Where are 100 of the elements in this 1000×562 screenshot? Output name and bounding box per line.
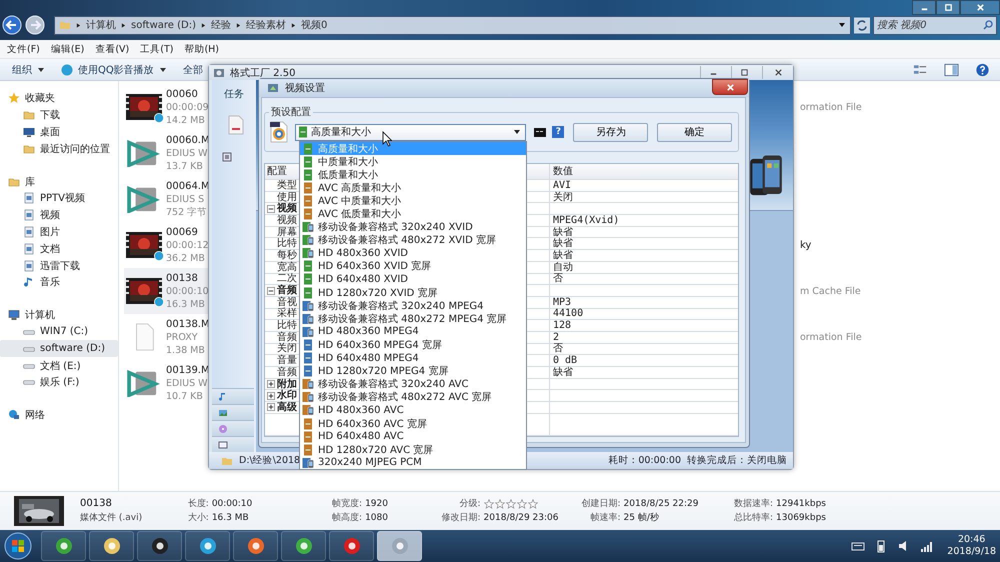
help-button[interactable]: ? <box>552 126 564 138</box>
dropdown-option[interactable]: HD 640x480 AVC <box>300 430 526 444</box>
preset-dropdown[interactable]: 高质量和大小 <box>294 124 526 140</box>
dropdown-option[interactable]: AVC 低质量和大小 <box>300 207 526 221</box>
search-field[interactable]: 搜索 视频0 <box>873 16 997 34</box>
expand-icon[interactable] <box>267 403 275 412</box>
image-category[interactable] <box>212 404 254 420</box>
dialog-button[interactable]: 另存为 <box>573 122 648 142</box>
close-button[interactable] <box>712 79 748 95</box>
dropdown-option[interactable]: AVC 高质量和大小 <box>300 181 526 194</box>
help-icon[interactable] <box>975 62 990 76</box>
sidebar-tab[interactable]: 任务 <box>212 83 244 102</box>
dropdown-option[interactable]: HD 640x360 XVID 宽屏 <box>300 260 526 273</box>
collapse-icon[interactable] <box>267 204 275 213</box>
star-icon[interactable] <box>494 499 505 509</box>
address-bar[interactable]: 计算机 software (D:) 经验 经验素材 视频0 <box>54 16 851 34</box>
breadcrumb[interactable]: 计算机 <box>86 18 116 32</box>
taskbar-button[interactable] <box>281 531 326 561</box>
nav-item[interactable]: 视频 <box>0 206 118 224</box>
toolbar-button[interactable]: 使用QQ影音播放 <box>61 62 167 76</box>
nav-item[interactable]: 迅雷下载 <box>0 257 118 274</box>
dropdown-option[interactable]: HD 1280x720 AVC 宽屏 <box>300 443 526 456</box>
menu-item[interactable]: 文件(F) <box>7 42 40 56</box>
preview-pane-icon[interactable] <box>944 62 959 76</box>
taskbar-button[interactable] <box>233 531 278 561</box>
breadcrumb[interactable]: software (D:) <box>131 20 196 30</box>
expand-icon[interactable] <box>267 380 275 388</box>
chevron-icon[interactable] <box>76 22 81 28</box>
menu-item[interactable]: 查看(V) <box>95 42 130 56</box>
menu-item[interactable]: 工具(T) <box>140 42 174 56</box>
breadcrumb[interactable]: 视频0 <box>301 18 328 32</box>
chevron-icon[interactable] <box>236 22 241 28</box>
chevron-icon[interactable] <box>201 22 206 28</box>
breadcrumb[interactable]: 经验 <box>211 18 231 32</box>
nav-item[interactable]: 娱乐 (F:) <box>0 374 118 391</box>
toolbar-button[interactable]: 组织 <box>12 62 45 76</box>
nav-item[interactable]: 下载 <box>0 106 118 124</box>
chevron-icon[interactable] <box>121 22 126 28</box>
back-button[interactable] <box>2 15 22 35</box>
file-tile[interactable]: 00138 00:00:10 16.3 MB <box>124 268 208 314</box>
list-icon[interactable] <box>222 152 232 162</box>
dropdown-option[interactable]: 移动设备兼容格式 480x272 AVC 宽屏 <box>300 390 526 404</box>
dropdown-option[interactable]: 移动设备兼容格式 320x240 MPEG4 <box>300 299 526 312</box>
star-icon[interactable] <box>506 499 516 509</box>
star-icon[interactable] <box>516 499 527 509</box>
nav-item[interactable]: 文档 (E:) <box>0 357 118 374</box>
refresh-button[interactable] <box>854 16 870 34</box>
dropdown-option[interactable]: HD 1280x720 XVID 宽屏 <box>300 286 526 300</box>
dropdown-option[interactable]: 320x240 MJPEG PCM <box>300 456 526 470</box>
dropdown-option[interactable]: HD 480x360 AVC <box>300 404 526 417</box>
dialog-button[interactable]: 确定 <box>657 122 732 142</box>
menu-item[interactable]: 编辑(E) <box>50 42 84 56</box>
signal-icon[interactable] <box>920 539 934 553</box>
dropdown-option[interactable]: HD 640x360 AVC 宽屏 <box>300 416 526 430</box>
nav-item[interactable]: WIN7 (C:) <box>0 324 118 340</box>
star-icon[interactable] <box>484 499 494 509</box>
nav-item[interactable]: 最近访问的位置 <box>0 140 118 158</box>
toolbar-button[interactable]: 全部 <box>182 62 203 76</box>
nav-item[interactable]: 网络 <box>0 406 118 424</box>
taskbar-button[interactable] <box>89 531 134 561</box>
forward-button[interactable] <box>25 15 45 35</box>
dropdown-option[interactable]: HD 640x480 XVID <box>300 272 526 286</box>
file-tile[interactable]: 00060 00:00:09 14.2 MB <box>124 84 208 130</box>
tools-category[interactable] <box>212 436 254 452</box>
view-options-icon[interactable] <box>913 62 928 76</box>
nav-item[interactable]: 计算机 <box>0 306 118 324</box>
dropdown-option[interactable]: AVC 中质量和大小 <box>300 194 526 208</box>
nav-item[interactable]: PPTV视频 <box>0 190 118 207</box>
breadcrumb[interactable]: 经验素材 <box>246 18 286 32</box>
menu-item[interactable]: 帮助(H) <box>184 42 220 56</box>
taskbar-button[interactable] <box>329 531 374 561</box>
maximize-button[interactable] <box>936 0 960 15</box>
nav-item[interactable]: software (D:) <box>0 340 118 358</box>
taskbar-button[interactable] <box>137 531 182 561</box>
dropdown-option[interactable]: 移动设备兼容格式 320x240 AVC <box>300 378 526 391</box>
nav-item[interactable]: 文档 <box>0 240 118 258</box>
dropdown-option[interactable]: 移动设备兼容格式 320x240 XVID <box>300 220 526 234</box>
audio-category[interactable] <box>212 388 254 404</box>
dropdown-option[interactable]: HD 1280x720 MPEG4 宽屏 <box>300 364 526 378</box>
dropdown-option[interactable]: 移动设备兼容格式 480x272 XVID 宽屏 <box>300 234 526 247</box>
nav-item[interactable]: 图片 <box>0 224 118 240</box>
nav-item[interactable]: 收藏夹 <box>0 90 118 107</box>
command-prompt-icon[interactable] <box>534 128 546 136</box>
taskbar-button[interactable] <box>41 531 86 561</box>
dropdown-option[interactable]: HD 640x480 MPEG4 <box>300 352 526 365</box>
dropdown-option[interactable]: HD 480x360 MPEG4 <box>300 325 526 338</box>
document-icon[interactable] <box>228 114 244 136</box>
expand-icon[interactable] <box>267 392 275 400</box>
dropdown-option[interactable]: 移动设备兼容格式 480x272 MPEG4 宽屏 <box>300 312 526 326</box>
nav-item[interactable]: 桌面 <box>0 124 118 140</box>
minimize-button[interactable] <box>912 0 936 15</box>
dropdown-arrow-icon[interactable] <box>838 21 846 29</box>
start-button[interactable] <box>3 531 33 561</box>
star-icon[interactable] <box>528 499 538 509</box>
file-tile[interactable]: 00069 00:00:12 36.2 MB <box>124 222 208 268</box>
dropdown-option[interactable]: HD 640x360 MPEG4 宽屏 <box>300 338 526 352</box>
dropdown-option[interactable]: HD 480x360 XVID <box>300 246 526 260</box>
dropdown-option[interactable]: 低质量和大小 <box>300 168 526 182</box>
taskbar-button[interactable] <box>185 531 230 561</box>
nav-item[interactable]: 音乐 <box>0 274 118 291</box>
